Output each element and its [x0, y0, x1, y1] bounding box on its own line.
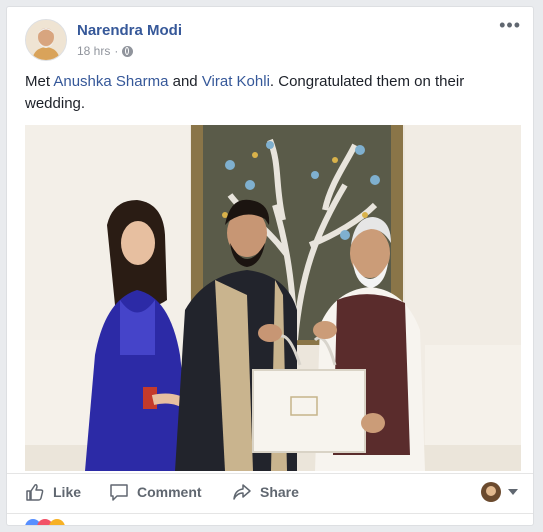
- post-header: Narendra Modi 18 hrs ·: [25, 19, 182, 61]
- post-actions: Like Comment Share: [7, 473, 533, 512]
- audience-selector[interactable]: [481, 482, 519, 502]
- comment-button[interactable]: Comment: [109, 482, 202, 502]
- avatar-image: [26, 20, 66, 60]
- thumbs-up-icon: [26, 484, 44, 501]
- wow-reaction-icon[interactable]: [49, 519, 65, 525]
- reactions-bar: [7, 513, 533, 525]
- post-timestamp-row: 18 hrs ·: [77, 44, 182, 58]
- comment-label: Comment: [137, 484, 202, 500]
- viewer-avatar: [481, 482, 501, 502]
- post-time[interactable]: 18 hrs: [77, 44, 110, 58]
- post-text: Met Anushka Sharma and Virat Kohli. Cong…: [25, 73, 465, 112]
- share-button[interactable]: Share: [232, 482, 299, 502]
- like-button[interactable]: Like: [25, 482, 81, 502]
- author-avatar[interactable]: [25, 19, 67, 61]
- photo-image: [25, 125, 521, 471]
- tag-link-virat[interactable]: Virat Kohli: [202, 73, 270, 90]
- tag-link-anushka[interactable]: Anushka Sharma: [53, 73, 168, 90]
- chevron-down-icon: [508, 489, 518, 495]
- post-meta: Narendra Modi 18 hrs ·: [77, 22, 182, 61]
- globe-icon[interactable]: [122, 45, 134, 57]
- author-name[interactable]: Narendra Modi: [77, 22, 182, 39]
- post-card: Narendra Modi 18 hrs · ••• Met Anushka S…: [6, 6, 534, 526]
- share-icon: [233, 484, 251, 500]
- options-icon[interactable]: •••: [499, 15, 521, 35]
- like-label: Like: [53, 484, 82, 500]
- comment-icon: [110, 484, 128, 501]
- post-photo[interactable]: [25, 125, 521, 471]
- share-label: Share: [260, 484, 299, 500]
